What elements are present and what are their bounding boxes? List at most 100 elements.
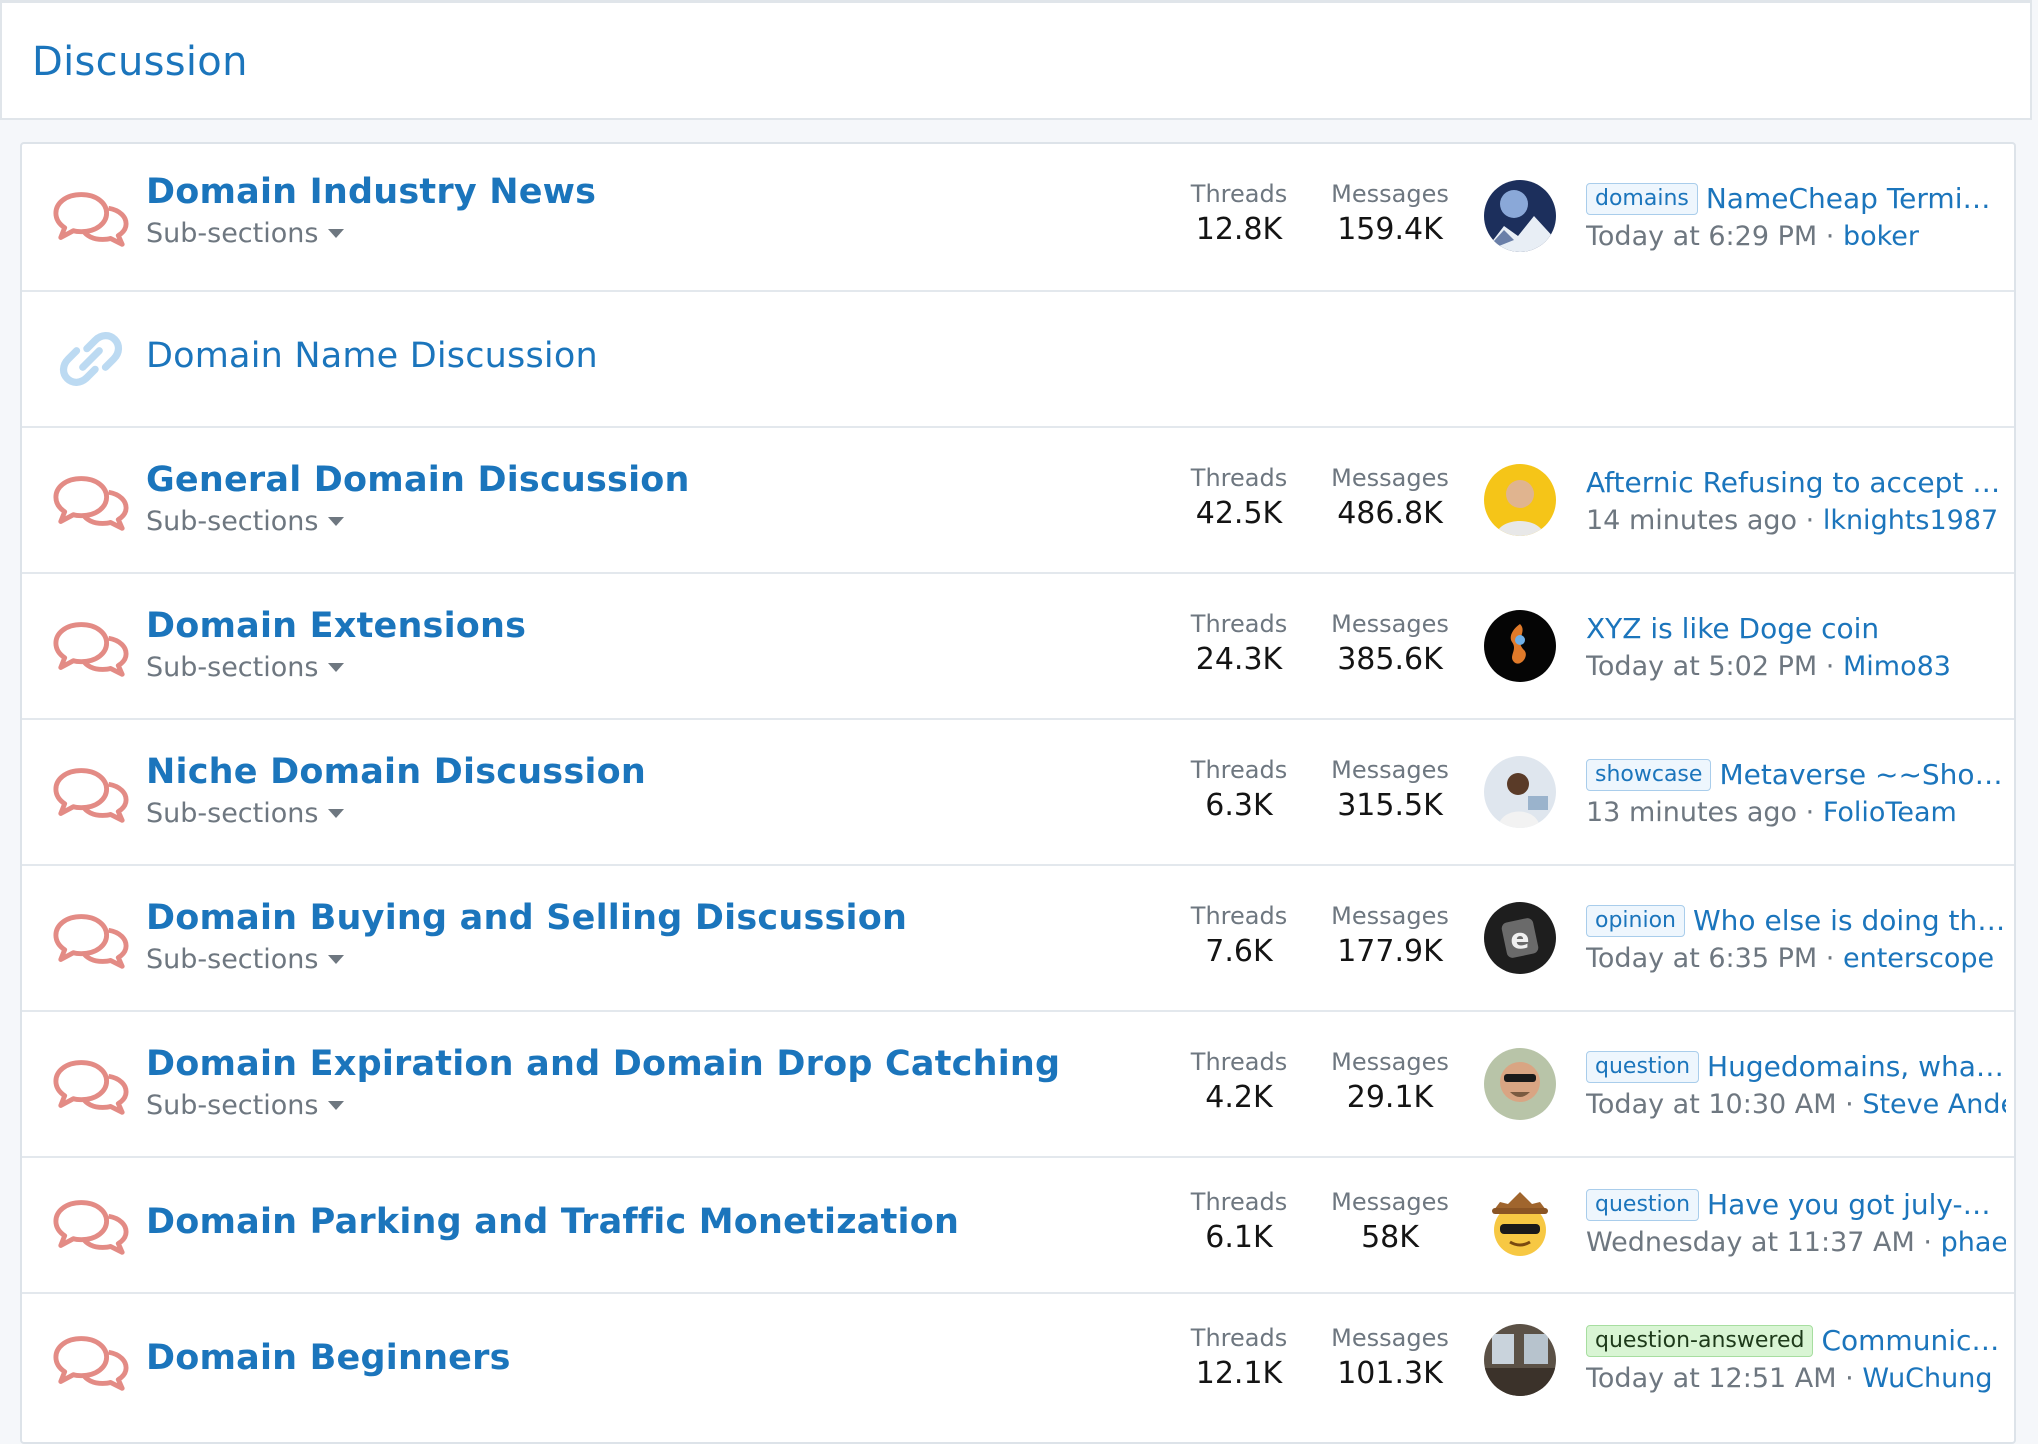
threads-stat: Threads 7.6K xyxy=(1164,902,1314,969)
latest-post: domains NameCheap Terminat... Today at 6… xyxy=(1586,182,2006,252)
messages-stat: Messages 315.5K xyxy=(1315,756,1465,823)
subsections-toggle[interactable]: Sub-sections xyxy=(146,944,907,975)
thread-prefix-label[interactable]: domains xyxy=(1586,182,1698,215)
latest-post: Afternic Refusing to accept my ... 14 mi… xyxy=(1586,466,2006,536)
threads-count: 12.8K xyxy=(1195,212,1283,247)
forum-title-domain-name-discussion[interactable]: Domain Name Discussion xyxy=(146,336,598,376)
messages-stat: Messages 177.9K xyxy=(1315,902,1465,969)
forum-node: Domain Parking and Traffic Monetization … xyxy=(22,1156,2014,1292)
forum-title-expiration-drop[interactable]: Domain Expiration and Domain Drop Catchi… xyxy=(146,1044,1060,1084)
latest-time: 14 minutes ago xyxy=(1586,505,1798,536)
latest-thread-title[interactable]: Communicate xyxy=(1821,1324,2006,1357)
subsections-label: Sub-sections xyxy=(146,652,319,683)
thread-prefix-label[interactable]: question-answered xyxy=(1586,1324,1814,1357)
caret-down-icon xyxy=(328,229,345,238)
forum-title-industry-news[interactable]: Domain Industry News xyxy=(146,172,596,212)
avatar[interactable] xyxy=(1484,180,1556,252)
threads-label: Threads xyxy=(1190,1188,1288,1216)
messages-count: 29.1K xyxy=(1346,1080,1434,1115)
subsections-toggle[interactable]: Sub-sections xyxy=(146,798,646,829)
caret-down-icon xyxy=(328,517,345,526)
messages-label: Messages xyxy=(1331,1188,1449,1216)
thread-prefix-label[interactable]: question xyxy=(1586,1050,1700,1083)
latest-thread-title[interactable]: XYZ is like Doge coin xyxy=(1586,612,1879,645)
thread-prefix-label[interactable]: question xyxy=(1586,1188,1700,1221)
latest-username[interactable]: enterscope xyxy=(1843,943,1994,974)
messages-stat: Messages 29.1K xyxy=(1315,1048,1465,1115)
messages-label: Messages xyxy=(1331,1048,1449,1076)
messages-count: 385.6K xyxy=(1337,642,1443,677)
latest-time: Today at 12:51 AM xyxy=(1586,1363,1837,1394)
latest-thread-title[interactable]: NameCheap Terminat... xyxy=(1706,182,2006,215)
subsections-toggle[interactable]: Sub-sections xyxy=(146,218,596,249)
separator: · xyxy=(1923,1227,1932,1258)
forum-title-buying-selling[interactable]: Domain Buying and Selling Discussion xyxy=(146,898,907,938)
threads-count: 6.3K xyxy=(1205,788,1273,823)
messages-count: 177.9K xyxy=(1337,934,1443,969)
avatar[interactable] xyxy=(1484,1324,1556,1396)
separator: · xyxy=(1805,505,1815,536)
messages-label: Messages xyxy=(1331,756,1449,784)
forum-node: Domain Buying and Selling Discussion Sub… xyxy=(22,864,2014,1010)
avatar[interactable] xyxy=(1484,464,1556,536)
latest-thread-title[interactable]: Who else is doing this ... xyxy=(1693,904,2006,937)
block-title[interactable]: Discussion xyxy=(32,39,248,85)
messages-count: 101.3K xyxy=(1337,1356,1443,1391)
threads-stat: Threads 12.8K xyxy=(1164,180,1314,247)
latest-thread-title[interactable]: Have you got july-202... xyxy=(1707,1188,2006,1221)
subsections-label: Sub-sections xyxy=(146,506,319,537)
latest-username[interactable]: boker xyxy=(1843,221,1919,252)
latest-thread-title[interactable]: Hugedomains, what i... xyxy=(1707,1050,2006,1083)
forum-node: Domain Expiration and Domain Drop Catchi… xyxy=(22,1010,2014,1156)
threads-count: 42.5K xyxy=(1195,496,1283,531)
messages-count: 486.8K xyxy=(1337,496,1443,531)
messages-stat: Messages 101.3K xyxy=(1315,1324,1465,1391)
subsections-label: Sub-sections xyxy=(146,944,319,975)
separator: · xyxy=(1825,651,1835,682)
forum-chat-icon xyxy=(52,1054,130,1118)
latest-username[interactable]: FolioTeam xyxy=(1823,797,1957,828)
threads-stat: Threads 42.5K xyxy=(1164,464,1314,531)
separator: · xyxy=(1825,221,1835,252)
separator: · xyxy=(1845,1363,1854,1394)
avatar[interactable] xyxy=(1484,1188,1556,1260)
caret-down-icon xyxy=(328,809,345,818)
subsections-toggle[interactable]: Sub-sections xyxy=(146,506,690,537)
latest-time: Today at 6:35 PM xyxy=(1586,943,1818,974)
avatar[interactable] xyxy=(1484,1048,1556,1120)
threads-count: 12.1K xyxy=(1195,1356,1283,1391)
forum-node: General Domain Discussion Sub-sections T… xyxy=(22,426,2014,572)
forum-node: Domain Extensions Sub-sections Threads 2… xyxy=(22,572,2014,718)
threads-label: Threads xyxy=(1190,1324,1288,1352)
latest-username[interactable]: lknights1987 xyxy=(1823,505,1998,536)
subsections-label: Sub-sections xyxy=(146,1090,319,1121)
thread-prefix-label[interactable]: opinion xyxy=(1586,904,1685,937)
latest-post: XYZ is like Doge coin Today at 5:02 PM ·… xyxy=(1586,612,2006,682)
forum-title-extensions[interactable]: Domain Extensions xyxy=(146,606,526,646)
subsections-toggle[interactable]: Sub-sections xyxy=(146,652,526,683)
subsections-toggle[interactable]: Sub-sections xyxy=(146,1090,1060,1121)
latest-username[interactable]: WuChung xyxy=(1862,1363,1992,1394)
latest-username[interactable]: Steve Anders xyxy=(1862,1089,2006,1120)
forum-chat-icon xyxy=(52,470,130,534)
thread-prefix-label[interactable]: showcase xyxy=(1586,758,1712,791)
messages-stat: Messages 159.4K xyxy=(1315,180,1465,247)
latest-username[interactable]: Mimo83 xyxy=(1843,651,1951,682)
caret-down-icon xyxy=(328,663,345,672)
forum-title-beginners[interactable]: Domain Beginners xyxy=(146,1338,511,1378)
latest-username[interactable]: phaeth xyxy=(1941,1227,2006,1258)
avatar[interactable] xyxy=(1484,756,1556,828)
link-icon xyxy=(58,326,124,392)
latest-time: Today at 10:30 AM xyxy=(1586,1089,1837,1120)
forum-node: Domain Industry News Sub-sections Thread… xyxy=(22,144,2014,290)
messages-stat: Messages 486.8K xyxy=(1315,464,1465,531)
forum-title-parking-monetization[interactable]: Domain Parking and Traffic Monetization xyxy=(146,1202,959,1242)
avatar[interactable]: e xyxy=(1484,902,1556,974)
latest-thread-title[interactable]: Afternic Refusing to accept my ... xyxy=(1586,466,2006,499)
avatar[interactable] xyxy=(1484,610,1556,682)
threads-stat: Threads 24.3K xyxy=(1164,610,1314,677)
threads-label: Threads xyxy=(1190,610,1288,638)
forum-title-general-discussion[interactable]: General Domain Discussion xyxy=(146,460,690,500)
latest-thread-title[interactable]: Metaverse ~~Showca... xyxy=(1719,758,2006,791)
forum-title-niche-discussion[interactable]: Niche Domain Discussion xyxy=(146,752,646,792)
